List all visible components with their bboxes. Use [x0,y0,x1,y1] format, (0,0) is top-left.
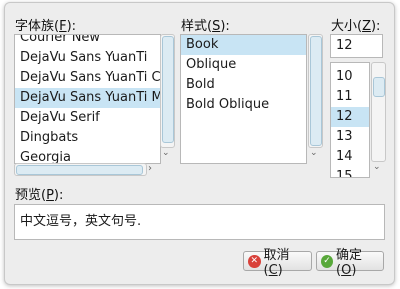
family-item[interactable]: Courier New [15,35,160,48]
font-chooser-dialog: 字体族(F): Courier New DejaVu Sans YuanTi D… [4,2,395,285]
style-item[interactable]: Bold Oblique [181,95,306,115]
family-item-selected[interactable]: DejaVu Sans YuanTi Mon [15,88,160,108]
style-item[interactable]: Bold [181,75,306,95]
chevron-down-icon[interactable]: ⌄ [373,162,381,172]
cancel-button-label: 取消(C) [263,248,290,278]
style-item-selected[interactable]: Book [181,35,306,55]
ok-button-label: 确定(O) [336,248,363,278]
size-input[interactable]: 12 [330,34,383,58]
family-item[interactable]: DejaVu Serif [15,108,160,128]
cancel-icon: ✕ [248,254,261,268]
size-vertical-scroll-thumb[interactable] [373,77,385,97]
chevron-down-icon[interactable]: ⌄ [310,148,318,158]
size-list[interactable]: 10 11 12 13 14 15 [330,62,370,178]
cancel-button[interactable]: ✕ 取消(C) [243,248,312,278]
family-list[interactable]: Courier New DejaVu Sans YuanTi DejaVu Sa… [14,34,161,164]
family-item[interactable]: DejaVu Sans YuanTi Cond [15,68,160,88]
chevron-right-icon[interactable]: › [148,163,152,174]
preview-label: 预览(P): [15,188,64,203]
style-vertical-scrollbar[interactable] [308,34,323,148]
family-vertical-scrollbar[interactable] [160,34,175,148]
family-label: 字体族(F): [15,19,77,34]
size-label: 大小(Z): [331,19,381,34]
size-item[interactable]: 11 [331,87,369,107]
family-item[interactable]: Dingbats [15,128,160,148]
family-item[interactable]: Georgia [15,148,160,163]
size-item[interactable]: 15 [331,167,369,177]
ok-button[interactable]: ✓ 确定(O) [316,248,384,278]
family-horizontal-scroll-thumb[interactable] [16,165,143,175]
size-item[interactable]: 10 [331,67,369,87]
family-vertical-scroll-thumb[interactable] [162,36,174,143]
style-item[interactable]: Oblique [181,55,306,75]
family-item[interactable]: DejaVu Sans YuanTi [15,48,160,68]
style-label: 样式(S): [181,19,230,34]
size-vertical-scrollbar[interactable] [371,62,386,162]
family-horizontal-scrollbar[interactable] [14,163,147,176]
size-item-selected[interactable]: 12 [331,107,369,127]
chevron-down-icon[interactable]: ⌄ [162,148,170,158]
size-item[interactable]: 14 [331,147,369,167]
style-vertical-scroll-thumb[interactable] [310,36,322,146]
ok-icon: ✓ [321,254,334,268]
preview-text-field[interactable]: 中文逗号，英文句号. [14,204,385,240]
style-list[interactable]: Book Oblique Bold Bold Oblique [180,34,307,164]
size-item[interactable]: 13 [331,127,369,147]
